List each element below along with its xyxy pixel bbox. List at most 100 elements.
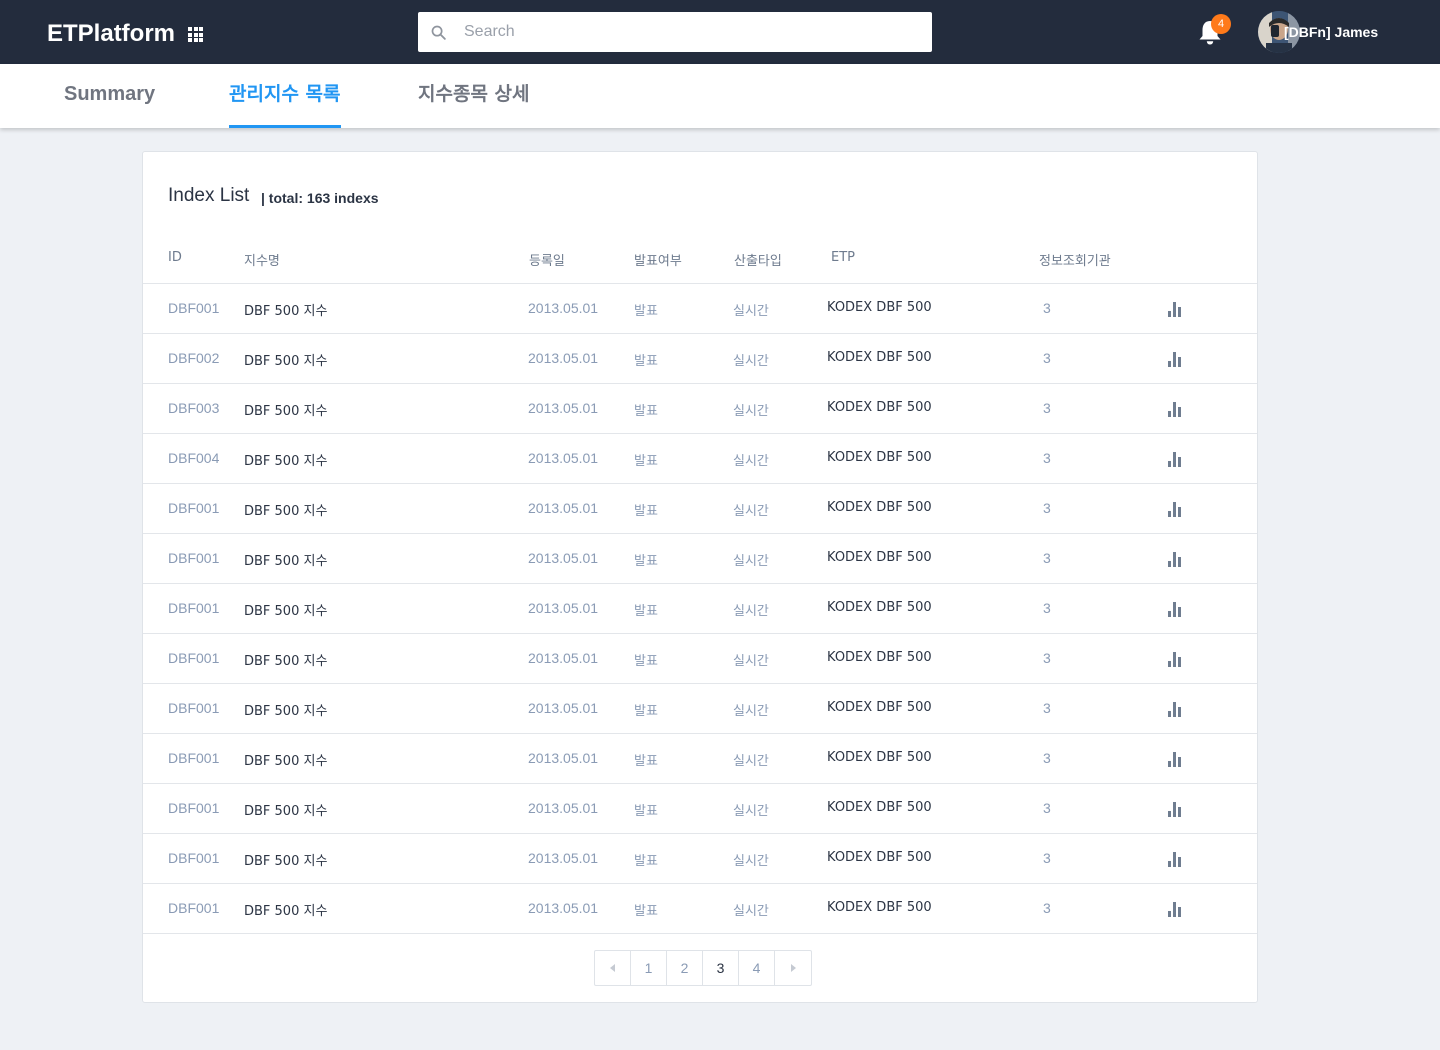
column-header-id[interactable]: ID	[168, 250, 182, 265]
tab-index-list[interactable]: 관리지수 목록	[229, 64, 341, 128]
table-row[interactable]: DBF001 DBF 500 지수 2013.05.01 발표 실시간 KODEX DBF…	[143, 534, 1257, 584]
cell-registered-date: 2013.05.01	[528, 750, 599, 766]
bar-chart-icon[interactable]	[1167, 551, 1183, 567]
cell-id: DBF003	[168, 400, 220, 416]
cell-registered-date: 2013.05.01	[528, 450, 599, 466]
cell-announce: 발표	[634, 454, 658, 469]
cell-registered-date: 2013.05.01	[528, 600, 599, 616]
card-total: | total: 163 indexs	[261, 190, 379, 206]
cell-id: DBF001	[168, 900, 220, 916]
bar-chart-icon[interactable]	[1167, 451, 1183, 467]
table-row[interactable]: DBF001 DBF 500 지수 2013.05.01 발표 실시간 KODEX DBF…	[143, 684, 1257, 734]
cell-calc-type: 실시간	[733, 754, 769, 769]
chevron-left-icon	[610, 964, 615, 972]
cell-info-org-count: 3	[1043, 300, 1051, 316]
page-button-4[interactable]: 4	[739, 951, 775, 985]
cell-id: DBF001	[168, 850, 220, 866]
table-row[interactable]: DBF001 DBF 500 지수 2013.05.01 발표 실시간 KODEX DBF…	[143, 834, 1257, 884]
pagination: 1 2 3 4	[594, 950, 812, 986]
cell-info-org-count: 3	[1043, 550, 1051, 566]
cell-index-name: DBF 500 지수	[244, 454, 328, 469]
cell-calc-type: 실시간	[733, 804, 769, 819]
cell-registered-date: 2013.05.01	[528, 700, 599, 716]
card-title: Index List	[168, 185, 250, 206]
page-button-3[interactable]: 3	[703, 951, 739, 985]
cell-etp: KODEX DBF 500	[827, 650, 932, 665]
cell-registered-date: 2013.05.01	[528, 650, 599, 666]
search-input[interactable]	[458, 12, 918, 52]
bar-chart-icon[interactable]	[1167, 801, 1183, 817]
tab-bar: Summary 관리지수 목록 지수종목 상세	[0, 64, 1440, 128]
table-row[interactable]: DBF001 DBF 500 지수 2013.05.01 발표 실시간 KODEX DBF…	[143, 284, 1257, 334]
cell-index-name: DBF 500 지수	[244, 754, 328, 769]
table-row[interactable]: DBF001 DBF 500 지수 2013.05.01 발표 실시간 KODEX DBF…	[143, 484, 1257, 534]
cell-etp: KODEX DBF 500	[827, 450, 932, 465]
table-row[interactable]: DBF002 DBF 500 지수 2013.05.01 발표 실시간 KODEX DBF…	[143, 334, 1257, 384]
next-page-button[interactable]	[775, 951, 811, 985]
cell-index-name: DBF 500 지수	[244, 854, 328, 869]
cell-info-org-count: 3	[1043, 500, 1051, 516]
cell-id: DBF001	[168, 550, 220, 566]
table-row[interactable]: DBF001 DBF 500 지수 2013.05.01 발표 실시간 KODEX DBF…	[143, 884, 1257, 934]
table-row[interactable]: DBF001 DBF 500 지수 2013.05.01 발표 실시간 KODEX DBF…	[143, 584, 1257, 634]
bar-chart-icon[interactable]	[1167, 501, 1183, 517]
cell-index-name: DBF 500 지수	[244, 554, 328, 569]
cell-etp: KODEX DBF 500	[827, 300, 932, 315]
cell-registered-date: 2013.05.01	[528, 550, 599, 566]
cell-etp: KODEX DBF 500	[827, 900, 932, 915]
prev-page-button[interactable]	[595, 951, 631, 985]
table-row[interactable]: DBF001 DBF 500 지수 2013.05.01 발표 실시간 KODEX DBF…	[143, 784, 1257, 834]
cell-index-name: DBF 500 지수	[244, 604, 328, 619]
cell-announce: 발표	[634, 654, 658, 669]
cell-announce: 발표	[634, 804, 658, 819]
table-row[interactable]: DBF003 DBF 500 지수 2013.05.01 발표 실시간 KODEX DBF…	[143, 384, 1257, 434]
cell-id: DBF002	[168, 350, 220, 366]
tab-summary[interactable]: Summary	[64, 64, 155, 128]
cell-info-org-count: 3	[1043, 850, 1051, 866]
cell-announce: 발표	[634, 854, 658, 869]
app-logo[interactable]: ETPlatform	[47, 20, 175, 48]
user-name[interactable]: [DBFn] James	[1284, 24, 1378, 40]
table-row[interactable]: DBF004 DBF 500 지수 2013.05.01 발표 실시간 KODEX DBF…	[143, 434, 1257, 484]
table-row[interactable]: DBF001 DBF 500 지수 2013.05.01 발표 실시간 KODEX DBF…	[143, 634, 1257, 684]
bar-chart-icon[interactable]	[1167, 851, 1183, 867]
app-grid-icon[interactable]	[188, 27, 203, 42]
column-header-etp[interactable]: ETP	[831, 250, 855, 265]
cell-id: DBF004	[168, 450, 220, 466]
bar-chart-icon[interactable]	[1167, 301, 1183, 317]
page-button-1[interactable]: 1	[631, 951, 667, 985]
cell-id: DBF001	[168, 500, 220, 516]
cell-registered-date: 2013.05.01	[528, 300, 599, 316]
bar-chart-icon[interactable]	[1167, 351, 1183, 367]
cell-calc-type: 실시간	[733, 704, 769, 719]
cell-etp: KODEX DBF 500	[827, 850, 932, 865]
cell-calc-type: 실시간	[733, 554, 769, 569]
column-header-name[interactable]: 지수명	[244, 250, 280, 269]
cell-id: DBF001	[168, 600, 220, 616]
search-icon	[431, 25, 446, 40]
bar-chart-icon[interactable]	[1167, 651, 1183, 667]
cell-info-org-count: 3	[1043, 800, 1051, 816]
bar-chart-icon[interactable]	[1167, 601, 1183, 617]
column-header-calc-type[interactable]: 산출타입	[734, 250, 782, 269]
page-button-2[interactable]: 2	[667, 951, 703, 985]
cell-info-org-count: 3	[1043, 400, 1051, 416]
cell-calc-type: 실시간	[733, 654, 769, 669]
cell-registered-date: 2013.05.01	[528, 500, 599, 516]
bar-chart-icon[interactable]	[1167, 901, 1183, 917]
tab-index-detail[interactable]: 지수종목 상세	[418, 64, 530, 128]
chevron-right-icon	[791, 964, 796, 972]
column-header-date[interactable]: 등록일	[529, 250, 565, 269]
bar-chart-icon[interactable]	[1167, 401, 1183, 417]
table-row[interactable]: DBF001 DBF 500 지수 2013.05.01 발표 실시간 KODEX DBF…	[143, 734, 1257, 784]
cell-calc-type: 실시간	[733, 604, 769, 619]
column-header-info-org[interactable]: 정보조회기관	[1039, 250, 1111, 269]
bar-chart-icon[interactable]	[1167, 751, 1183, 767]
cell-registered-date: 2013.05.01	[528, 400, 599, 416]
cell-index-name: DBF 500 지수	[244, 304, 328, 319]
cell-info-org-count: 3	[1043, 350, 1051, 366]
cell-registered-date: 2013.05.01	[528, 350, 599, 366]
column-header-announce[interactable]: 발표여부	[634, 250, 682, 269]
bar-chart-icon[interactable]	[1167, 701, 1183, 717]
cell-announce: 발표	[634, 904, 658, 919]
